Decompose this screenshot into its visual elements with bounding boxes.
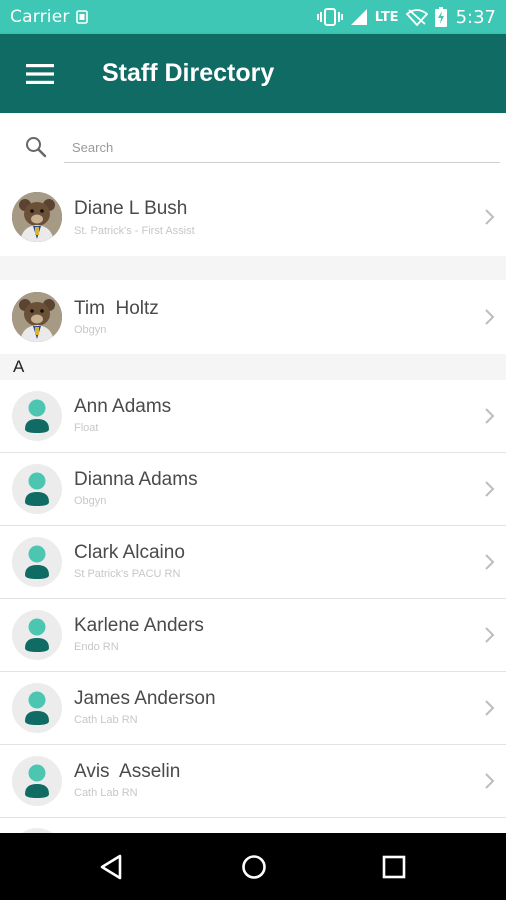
avatar — [12, 464, 62, 514]
person-icon — [25, 691, 49, 725]
vibrate-icon — [316, 8, 343, 26]
list-item-partial[interactable] — [0, 818, 506, 833]
section-divider — [0, 256, 506, 280]
person-icon — [25, 399, 49, 433]
chevron-right-icon — [485, 408, 495, 424]
person-icon — [25, 764, 49, 798]
recents-icon[interactable] — [380, 853, 408, 881]
section-header: A — [0, 354, 506, 380]
contact-name: Dianna Adams — [74, 469, 198, 490]
chevron-right-icon — [485, 773, 495, 789]
avatar — [12, 292, 62, 342]
avatar — [12, 391, 62, 441]
avatar — [12, 756, 62, 806]
favorite-contact-row[interactable]: Tim Holtz Obgyn — [0, 280, 506, 354]
bear-photo-icon — [12, 292, 62, 342]
contact-subtitle: Cath Lab RN — [74, 714, 138, 726]
contact-subtitle: St Patrick's PACU RN — [74, 568, 181, 580]
contact-row[interactable]: Dianna Adams Obgyn — [0, 453, 506, 526]
app-bar: Staff Directory — [0, 34, 506, 113]
page-title: Staff Directory — [102, 59, 275, 87]
menu-button[interactable] — [0, 34, 80, 113]
contact-name: Ann Adams — [74, 396, 172, 417]
bear-photo-icon — [12, 192, 62, 242]
search-icon[interactable] — [24, 135, 48, 159]
chevron-right-icon — [485, 700, 495, 716]
contact-name: Avis Asselin — [74, 761, 181, 782]
network-type-label: LTE — [374, 9, 399, 25]
avatar — [12, 683, 62, 733]
avatar — [12, 537, 62, 587]
contact-subtitle: Float — [74, 422, 99, 434]
battery-charging-icon — [434, 7, 447, 27]
search-bar — [0, 113, 506, 179]
contact-name: Karlene Anders — [74, 615, 204, 636]
status-bar: Carrier LTE 5:37 — [0, 0, 506, 34]
avatar — [12, 192, 62, 242]
sim-icon — [75, 10, 88, 24]
home-icon[interactable] — [240, 853, 268, 881]
contact-name: James Anderson — [74, 688, 216, 709]
person-icon — [25, 545, 49, 579]
contact-subtitle: Obgyn — [74, 495, 107, 507]
contact-name: Clark Alcaino — [74, 542, 185, 563]
contact-subtitle: Obgyn — [74, 324, 107, 336]
person-icon — [25, 618, 49, 652]
chevron-right-icon — [485, 309, 495, 325]
back-icon[interactable] — [98, 853, 126, 881]
chevron-right-icon — [485, 554, 495, 570]
contact-name: Diane L Bush — [74, 198, 188, 219]
wifi-off-icon — [405, 9, 428, 26]
favorite-contact-row[interactable]: Diane L Bush St. Patrick's - First Assis… — [0, 179, 506, 256]
carrier-label: Carrier — [10, 7, 70, 27]
contact-row[interactable]: Avis Asselin Cath Lab RN — [0, 745, 506, 818]
contact-row[interactable]: Karlene Anders Endo RN — [0, 599, 506, 672]
chevron-right-icon — [485, 481, 495, 497]
contact-row[interactable]: Clark Alcaino St Patrick's PACU RN — [0, 526, 506, 599]
search-input[interactable] — [64, 133, 500, 163]
contact-row[interactable]: Ann Adams Float — [0, 380, 506, 453]
signal-icon — [350, 9, 367, 25]
contact-name: Tim Holtz — [74, 298, 159, 319]
contact-subtitle: St. Patrick's - First Assist — [74, 225, 195, 237]
navigation-bar — [0, 833, 506, 900]
contact-row[interactable]: James Anderson Cath Lab RN — [0, 672, 506, 745]
contact-subtitle: Cath Lab RN — [74, 787, 138, 799]
clock: 5:37 — [455, 6, 496, 28]
chevron-right-icon — [485, 209, 495, 225]
contact-subtitle: Endo RN — [74, 641, 119, 653]
person-icon — [25, 472, 49, 506]
chevron-right-icon — [485, 627, 495, 643]
avatar — [12, 610, 62, 660]
hamburger-menu-icon — [26, 63, 54, 84]
